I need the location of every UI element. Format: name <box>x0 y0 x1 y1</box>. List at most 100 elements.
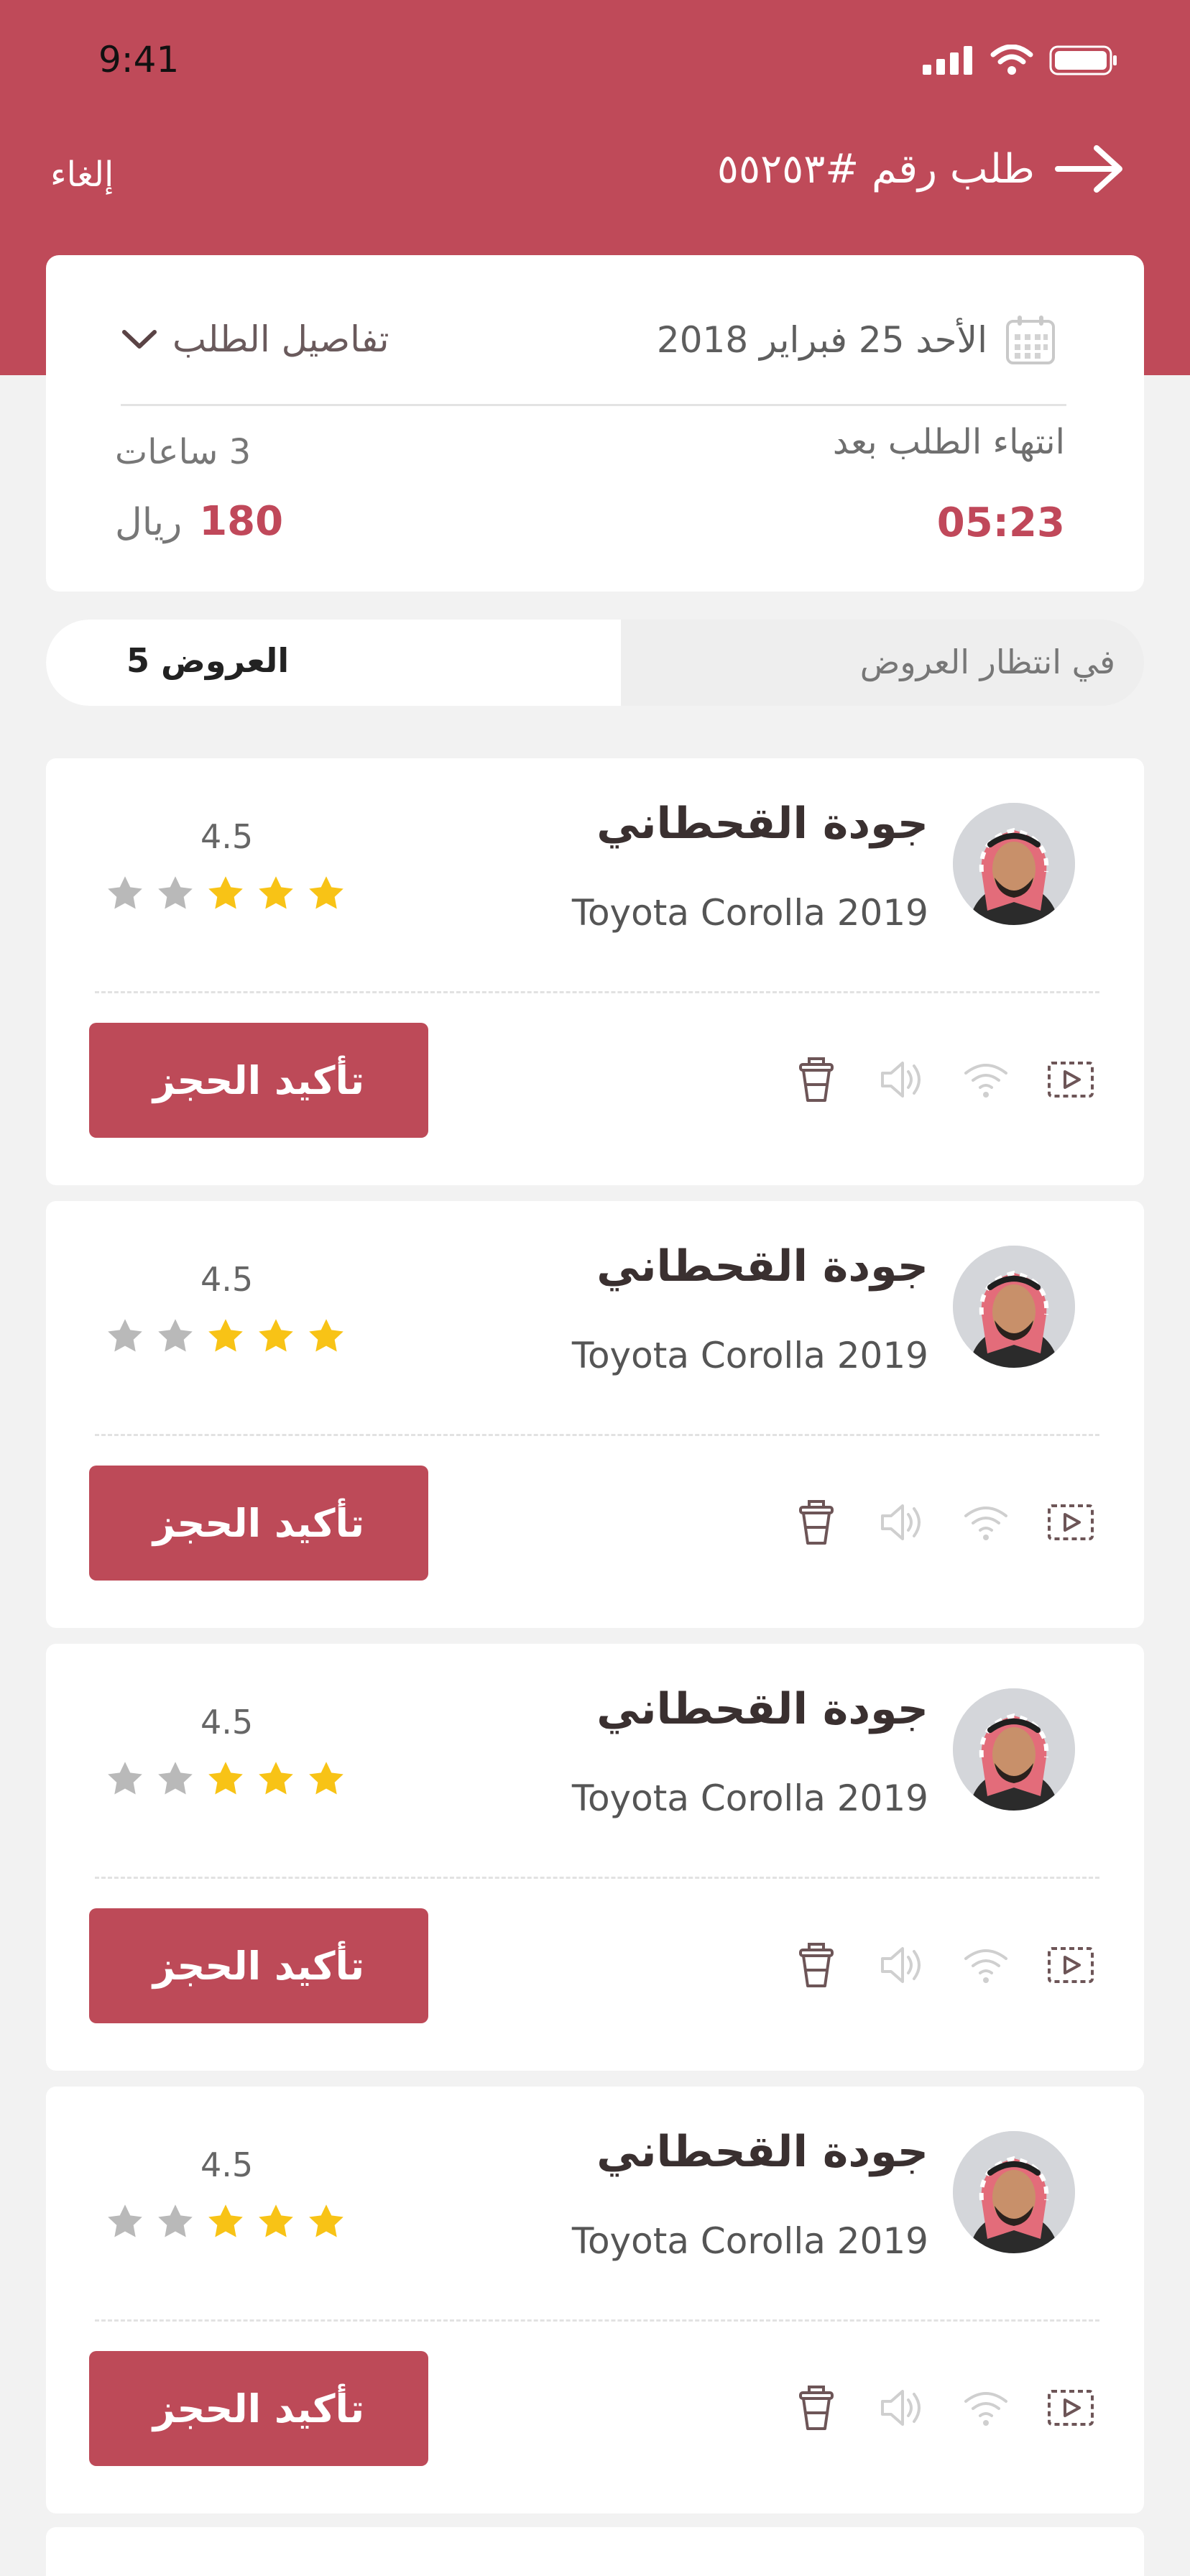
rating-value: 4.5 <box>200 1260 254 1299</box>
request-duration: 3 ساعات <box>115 432 252 472</box>
tab-waiting-offers[interactable]: في انتظار العروض <box>860 643 1115 681</box>
star-filled-icon <box>259 1319 293 1352</box>
offer-card: جودة القحطاني Toyota Corolla 2019 4.5 تأ… <box>46 1644 1144 2071</box>
driver-name: جودة القحطاني <box>596 1684 928 1734</box>
star-empty-icon <box>108 876 142 909</box>
request-price: ريال 180 <box>115 498 283 545</box>
video-icon <box>1048 2390 1094 2426</box>
star-empty-icon <box>158 1762 193 1795</box>
status-time: 9:41 <box>98 39 180 80</box>
cup-icon <box>799 1943 834 1987</box>
cup-icon <box>799 1500 834 1545</box>
divider <box>95 991 1099 993</box>
car-model: Toyota Corolla 2019 <box>571 2220 928 2262</box>
wifi-icon <box>964 1064 1007 1098</box>
offers-segmented-control: العروض 5 في انتظار العروض <box>46 620 1144 706</box>
request-date: الأحد 25 فبراير 2018 <box>656 319 987 361</box>
car-features <box>792 2383 1095 2433</box>
rating-stars <box>105 1759 346 1799</box>
wifi-status-icon <box>990 45 1033 75</box>
car-model: Toyota Corolla 2019 <box>571 1335 928 1376</box>
arrow-right-icon[interactable] <box>1053 144 1125 194</box>
avatar <box>953 1246 1075 1368</box>
star-empty-icon <box>108 1762 142 1795</box>
rating-stars <box>105 873 346 914</box>
page-title: طلب رقم #٥٥٢٥٣ <box>716 145 1035 193</box>
speaker-icon <box>881 2390 921 2426</box>
cup-icon <box>799 2386 834 2430</box>
driver-name: جودة القحطاني <box>596 2127 928 2177</box>
avatar <box>953 803 1075 925</box>
star-filled-icon <box>259 2204 293 2237</box>
confirm-booking-button[interactable]: تأكيد الحجز <box>89 1023 428 1138</box>
video-icon <box>1048 1947 1094 1983</box>
star-empty-icon <box>158 1319 193 1352</box>
request-timer: 05:23 <box>936 500 1065 546</box>
divider <box>95 2319 1099 2322</box>
divider <box>121 404 1066 406</box>
star-empty-icon <box>108 1319 142 1352</box>
rating-value: 4.5 <box>200 817 254 856</box>
video-icon <box>1048 1062 1094 1098</box>
car-features <box>792 1054 1095 1105</box>
video-icon <box>1048 1504 1094 1540</box>
divider <box>95 1877 1099 1879</box>
rating-value: 4.5 <box>200 2145 254 2184</box>
driver-name: جودة القحطاني <box>596 799 928 849</box>
confirm-booking-button[interactable]: تأكيد الحجز <box>89 1466 428 1581</box>
star-filled-icon <box>208 2204 243 2237</box>
avatar <box>953 1688 1075 1811</box>
offer-card <box>46 2527 1144 2576</box>
request-expire-label: انتهاء الطلب بعد <box>832 422 1065 462</box>
offer-card: جودة القحطاني Toyota Corolla 2019 4.5 تأ… <box>46 2087 1144 2513</box>
car-model: Toyota Corolla 2019 <box>571 1777 928 1819</box>
cup-icon <box>799 1057 834 1102</box>
rating-value: 4.5 <box>200 1703 254 1742</box>
star-filled-icon <box>309 2204 343 2237</box>
confirm-booking-button[interactable]: تأكيد الحجز <box>89 2351 428 2466</box>
speaker-icon <box>881 1947 921 1983</box>
offer-card: جودة القحطاني Toyota Corolla 2019 4.5 تأ… <box>46 758 1144 1185</box>
speaker-icon <box>881 1504 921 1540</box>
star-empty-icon <box>158 876 193 909</box>
star-filled-icon <box>208 1319 243 1352</box>
order-offers-screen: 9:41 إلغاء طلب رقم #٥٥٢٥٣ الأحد 25 فبراي… <box>0 0 1190 2576</box>
status-icons <box>923 45 1118 76</box>
rating-stars <box>105 2202 346 2242</box>
star-filled-icon <box>208 876 243 909</box>
calendar-icon <box>1006 316 1055 364</box>
price-value: 180 <box>199 498 284 545</box>
car-features <box>792 1940 1095 1990</box>
signal-icon <box>923 46 972 75</box>
tab-offers[interactable]: العروض 5 <box>46 620 621 706</box>
battery-icon <box>1049 45 1117 75</box>
request-summary-card: الأحد 25 فبراير 2018 تفاصيل الطلب انتهاء… <box>46 255 1144 592</box>
star-filled-icon <box>208 1762 243 1795</box>
car-model: Toyota Corolla 2019 <box>571 892 928 934</box>
request-details-toggle[interactable]: تفاصيل الطلب <box>121 318 389 360</box>
car-features <box>792 1497 1095 1547</box>
wifi-icon <box>964 1949 1007 1983</box>
offer-card: جودة القحطاني Toyota Corolla 2019 4.5 تأ… <box>46 1201 1144 1628</box>
nav-title-bar: طلب رقم #٥٥٢٥٣ <box>717 144 1125 194</box>
wifi-icon <box>964 1506 1007 1540</box>
star-filled-icon <box>259 876 293 909</box>
price-currency: ريال <box>115 501 183 544</box>
driver-name: جودة القحطاني <box>596 1241 928 1292</box>
star-empty-icon <box>158 2204 193 2237</box>
divider <box>95 1434 1099 1436</box>
star-filled-icon <box>309 1762 343 1795</box>
request-date-row: الأحد 25 فبراير 2018 <box>657 313 1058 367</box>
request-details-label: تفاصيل الطلب <box>172 318 389 360</box>
star-filled-icon <box>309 1319 343 1352</box>
tab-offers-label: العروض 5 <box>126 641 290 680</box>
chevron-down-icon <box>122 330 157 349</box>
speaker-icon <box>881 1062 921 1098</box>
star-filled-icon <box>309 876 343 909</box>
cancel-button[interactable]: إلغاء <box>50 155 114 195</box>
avatar <box>953 2131 1075 2253</box>
star-filled-icon <box>259 1762 293 1795</box>
star-empty-icon <box>108 2204 142 2237</box>
confirm-booking-button[interactable]: تأكيد الحجز <box>89 1908 428 2023</box>
wifi-icon <box>964 2392 1007 2426</box>
